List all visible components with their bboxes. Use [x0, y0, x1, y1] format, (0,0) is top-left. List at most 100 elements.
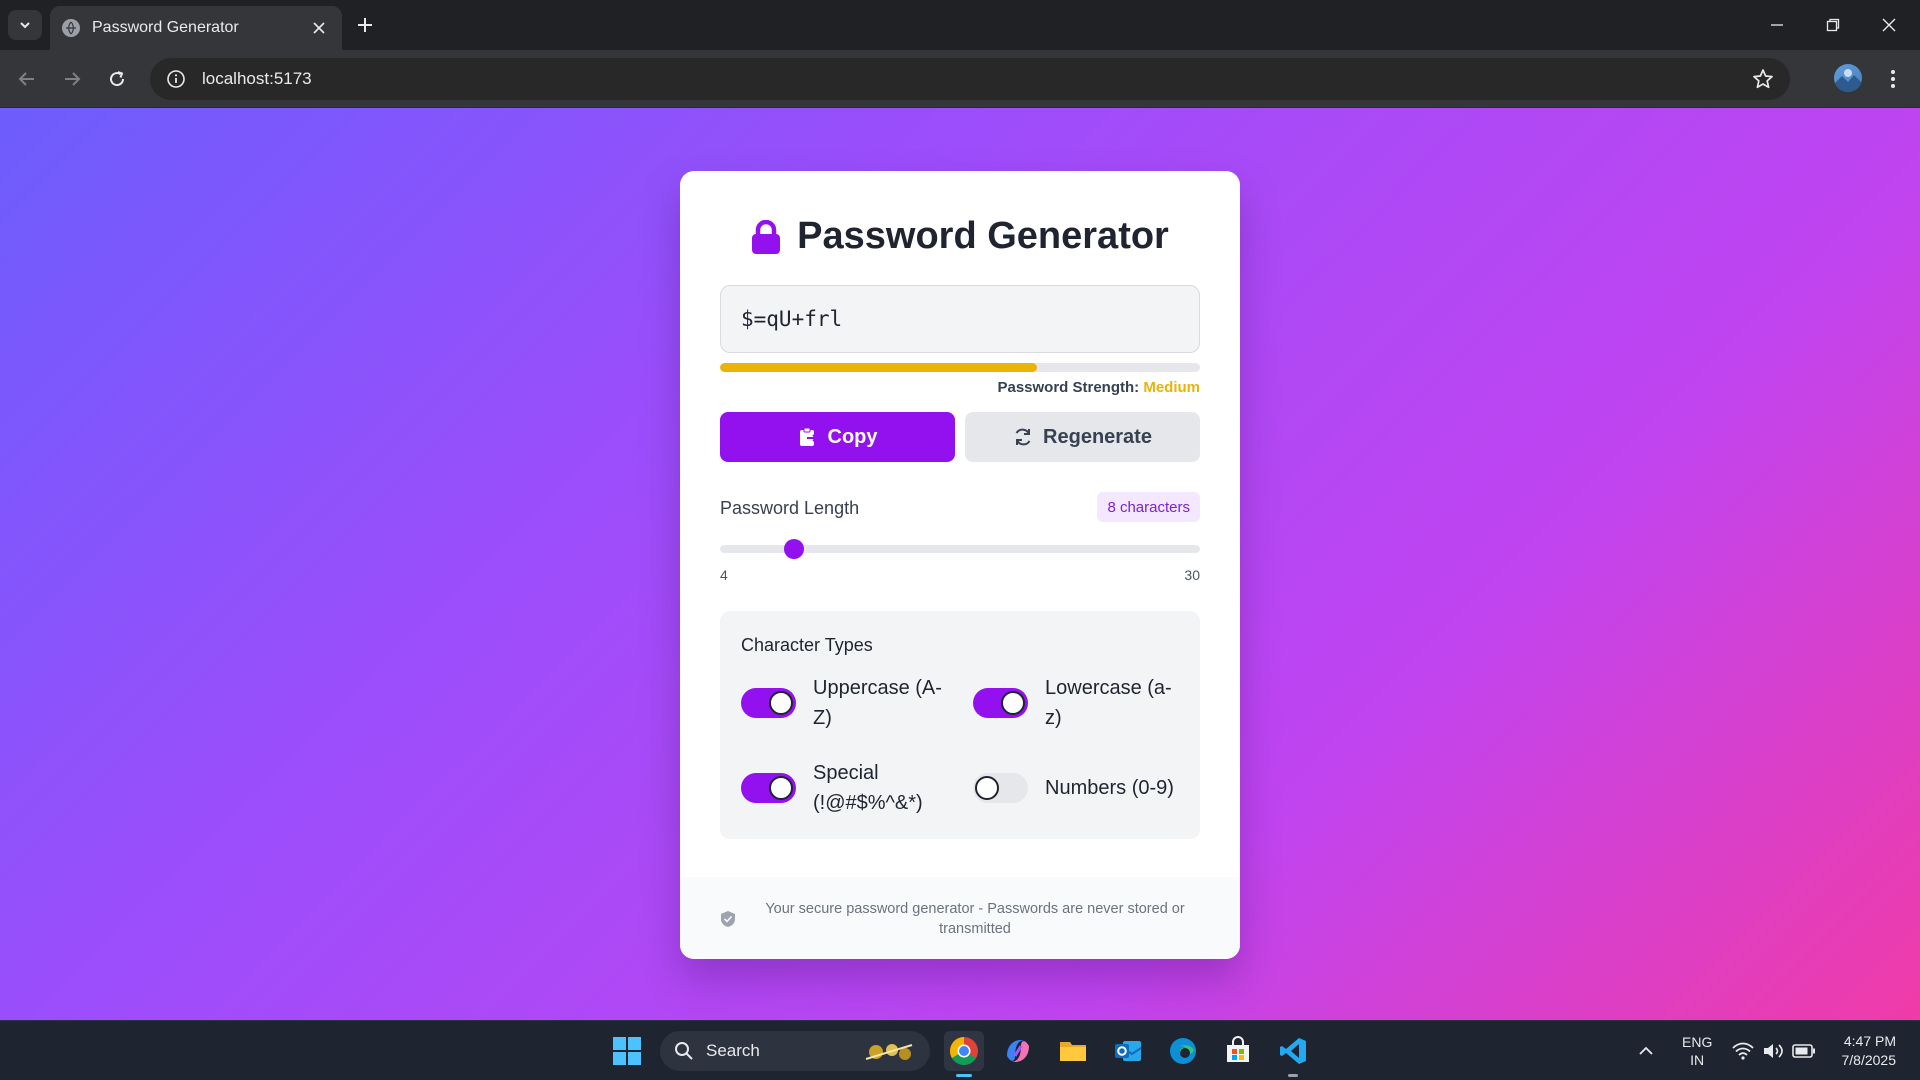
start-icon — [613, 1037, 641, 1065]
site-info-icon[interactable] — [164, 67, 188, 91]
bookmark-star-icon[interactable] — [1752, 68, 1774, 90]
option-lowercase[interactable]: Lowercase (a-z) — [973, 673, 1203, 733]
edge-icon — [1170, 1038, 1196, 1064]
plus-icon — [358, 18, 372, 32]
windows-taskbar: Search ENG IN 4:47 PM 7/8/2025 — [0, 1020, 1920, 1080]
special-toggle[interactable] — [741, 773, 796, 803]
clipboard-icon — [799, 427, 817, 446]
slider-min-label: 4 — [720, 567, 728, 583]
shield-check-icon — [721, 911, 735, 927]
reload-button[interactable] — [102, 64, 132, 94]
minimize-button[interactable] — [1760, 10, 1794, 40]
regenerate-button[interactable]: Regenerate — [965, 412, 1200, 462]
taskbar-microsoft-store[interactable] — [1218, 1031, 1258, 1071]
footer-content: Your secure password generator - Passwor… — [720, 899, 1200, 939]
clock[interactable]: 4:47 PM 7/8/2025 — [1832, 1032, 1897, 1070]
wifi-icon — [1732, 1042, 1754, 1060]
back-button[interactable] — [12, 64, 42, 94]
microsoft-store-icon — [1227, 1036, 1249, 1062]
running-indicator — [1288, 1074, 1298, 1077]
tab-title: Password Generator — [92, 19, 239, 36]
file-explorer-icon — [1060, 1042, 1086, 1061]
clock-date: 7/8/2025 — [1841, 1052, 1897, 1068]
taskbar-file-explorer[interactable] — [1053, 1031, 1093, 1071]
browser-tab-bar: Password Generator — [0, 0, 1920, 50]
clock-time: 4:47 PM — [1843, 1033, 1896, 1049]
restore-icon — [1826, 18, 1840, 32]
toggle-knob — [769, 691, 793, 715]
url-text[interactable]: localhost:5173 — [202, 69, 312, 89]
taskbar-chrome[interactable] — [944, 1031, 984, 1077]
option-uppercase[interactable]: Uppercase (A-Z) — [741, 673, 971, 733]
character-types-panel: Character Types Uppercase (A-Z) Lowercas… — [720, 611, 1200, 839]
close-icon — [1882, 18, 1896, 32]
card-footer: Your secure password generator - Passwor… — [680, 877, 1240, 959]
taskbar-vscode[interactable] — [1273, 1031, 1313, 1077]
outlook-icon — [1115, 1041, 1142, 1061]
tab-list-button[interactable] — [8, 10, 42, 40]
system-tray-quick-settings[interactable] — [1732, 1021, 1816, 1080]
browser-toolbar: localhost:5173 — [0, 50, 1920, 108]
length-slider[interactable] — [720, 539, 1200, 559]
language-indicator[interactable]: ENG IN — [1682, 1021, 1712, 1080]
taskbar-outlook[interactable] — [1108, 1031, 1148, 1071]
start-button[interactable] — [607, 1031, 647, 1071]
more-vertical-icon — [1891, 70, 1895, 88]
profile-avatar[interactable] — [1834, 64, 1862, 92]
special-label: Special (!@#$%^&*) — [813, 762, 923, 814]
length-slider-thumb[interactable] — [783, 539, 804, 559]
minimize-icon — [1771, 24, 1783, 26]
strength-label: Password Strength: — [997, 379, 1140, 396]
copilot-icon — [1007, 1040, 1029, 1062]
card-header: Password Generator — [680, 215, 1240, 258]
copy-button-label: Copy — [827, 425, 878, 448]
close-window-button[interactable] — [1872, 10, 1906, 40]
address-bar[interactable]: localhost:5173 — [150, 58, 1790, 100]
taskbar-edge[interactable] — [1163, 1031, 1203, 1071]
language-code: ENG — [1682, 1034, 1713, 1050]
slider-max-label: 30 — [1184, 567, 1200, 583]
restore-button[interactable] — [1816, 10, 1850, 40]
close-tab-icon[interactable] — [308, 17, 330, 39]
lowercase-label: Lowercase (a-z) — [1045, 677, 1172, 729]
copy-button[interactable]: Copy — [720, 412, 955, 462]
arrow-right-icon — [65, 72, 81, 86]
taskbar-search[interactable]: Search — [660, 1031, 930, 1071]
regenerate-button-label: Regenerate — [1043, 425, 1152, 448]
show-hidden-icons-button[interactable] — [1638, 1021, 1654, 1080]
new-tab-button[interactable] — [352, 12, 378, 38]
option-numbers[interactable]: Numbers (0-9) — [973, 773, 1203, 803]
search-highlight-icon — [865, 1044, 913, 1060]
active-indicator — [956, 1074, 972, 1077]
toggle-knob — [769, 776, 793, 800]
strength-meter-fill — [720, 363, 1037, 372]
option-special[interactable]: Special (!@#$%^&*) — [741, 758, 971, 818]
taskbar-copilot[interactable] — [998, 1031, 1038, 1071]
toggle-knob — [975, 776, 999, 800]
search-label: Search — [706, 1041, 760, 1060]
password-output[interactable]: $=qU+frl — [720, 285, 1200, 353]
forward-button[interactable] — [57, 64, 87, 94]
browser-tab[interactable]: Password Generator — [50, 6, 342, 50]
arrow-left-icon — [18, 72, 34, 86]
strength-meter — [720, 363, 1200, 372]
uppercase-toggle[interactable] — [741, 688, 796, 718]
password-generator-card: Password Generator $=qU+frl Password Str… — [680, 171, 1240, 959]
length-badge: 8 characters — [1097, 492, 1200, 522]
footer-text: Your secure password generator - Passwor… — [765, 901, 1185, 937]
reload-icon — [110, 71, 125, 87]
lowercase-toggle[interactable] — [973, 688, 1028, 718]
vscode-icon — [1280, 1038, 1306, 1064]
volume-icon — [1764, 1044, 1783, 1058]
page-viewport: Password Generator $=qU+frl Password Str… — [0, 108, 1920, 1020]
length-label: Password Length — [720, 498, 860, 518]
page-title: Password Generator — [797, 215, 1169, 257]
battery-icon — [1792, 1044, 1815, 1058]
password-text[interactable]: $=qU+frl — [741, 307, 842, 331]
chrome-icon — [950, 1037, 978, 1065]
browser-menu-button[interactable] — [1880, 64, 1906, 94]
chevron-down-icon — [20, 22, 30, 29]
numbers-toggle[interactable] — [973, 773, 1028, 803]
toggle-knob — [1001, 691, 1025, 715]
uppercase-label: Uppercase (A-Z) — [813, 677, 942, 729]
